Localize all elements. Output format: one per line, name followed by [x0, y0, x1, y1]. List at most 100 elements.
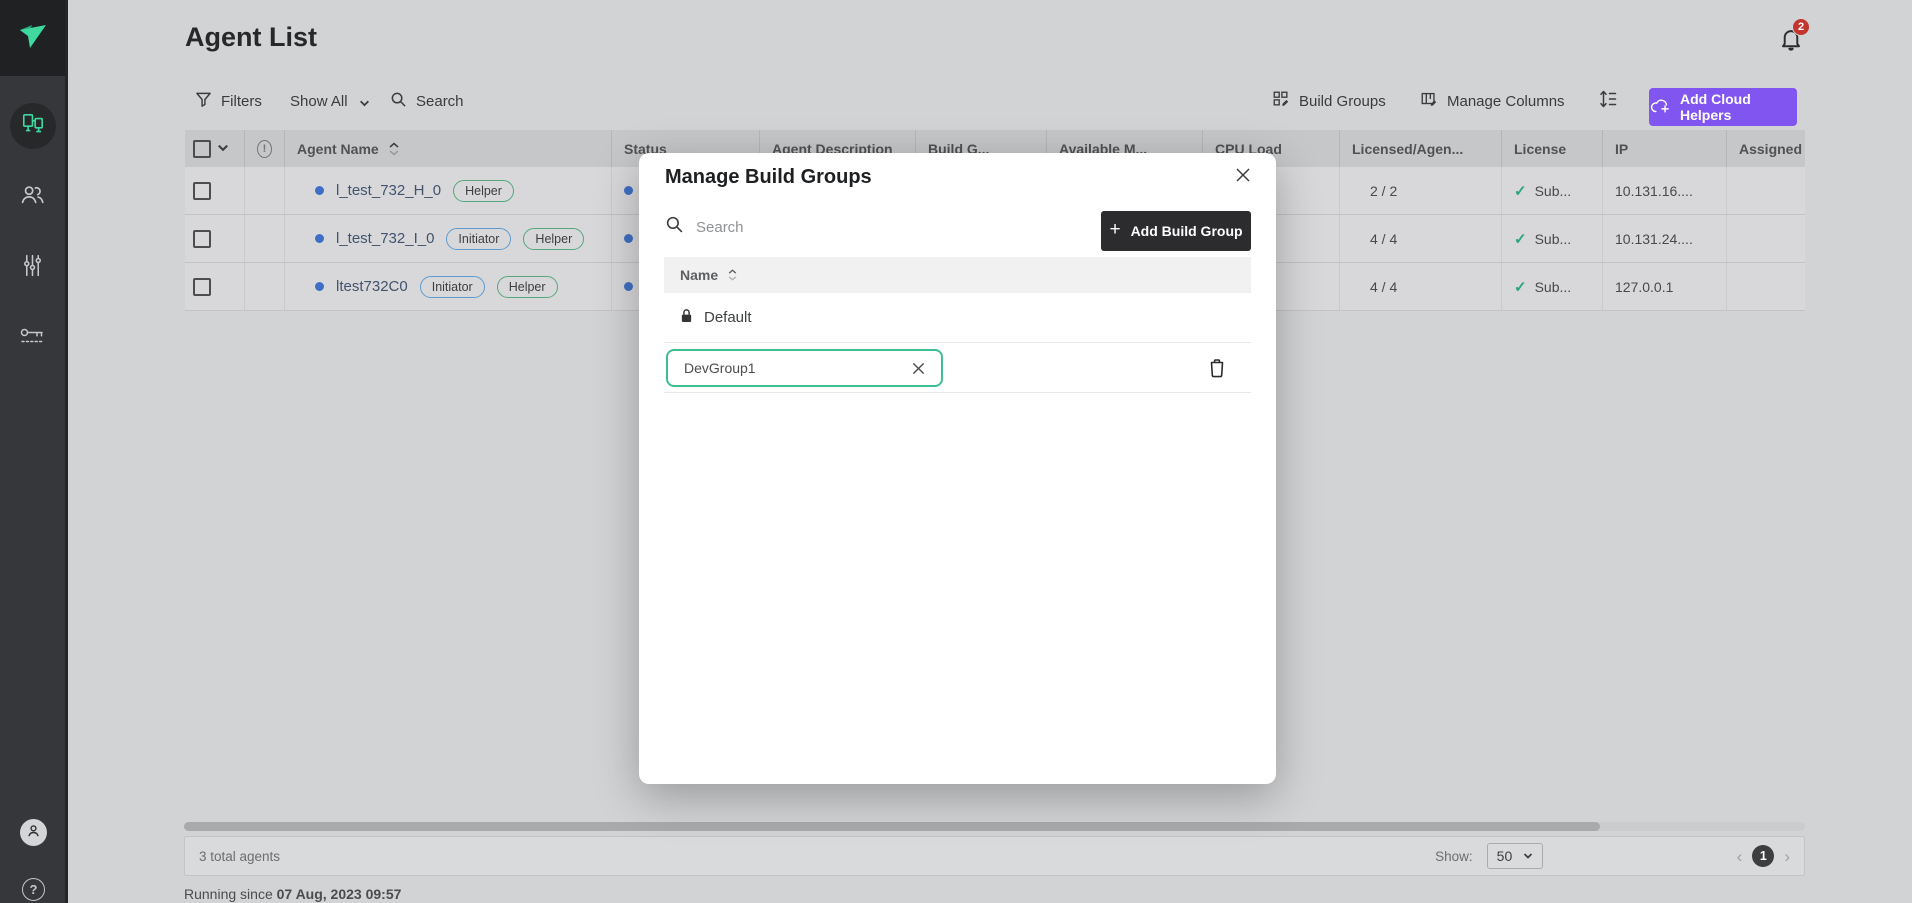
manage-columns-button[interactable]: Manage Columns: [1420, 85, 1565, 117]
build-group-name: Default: [704, 309, 752, 326]
search-button[interactable]: Search: [390, 85, 464, 117]
filters-label: Filters: [221, 93, 262, 110]
notification-count-badge: 2: [1792, 18, 1810, 36]
manage-build-groups-modal: Manage Build Groups + Add Build Group Na…: [639, 153, 1276, 784]
next-page-button[interactable]: ›: [1784, 848, 1790, 865]
sidebar-item-users[interactable]: [0, 181, 65, 213]
add-build-group-label: Add Build Group: [1131, 223, 1243, 239]
brand-logo[interactable]: [0, 0, 65, 76]
ip-cell: 10.131.16....: [1603, 167, 1727, 214]
add-cloud-helpers-button[interactable]: Add Cloud Helpers: [1649, 88, 1797, 126]
checkmark-icon: ✓: [1514, 230, 1527, 248]
column-header-ip[interactable]: IP: [1603, 130, 1727, 167]
page-title: Agent List: [185, 22, 317, 53]
alert-cell: [245, 263, 285, 310]
badge-initiator: Initiator: [420, 276, 485, 298]
agent-name[interactable]: ltest732C0: [336, 278, 408, 295]
help-button[interactable]: ?: [22, 878, 45, 901]
horizontal-scrollbar-thumb[interactable]: [184, 822, 1600, 831]
status-dot: [315, 186, 324, 195]
chevron-down-icon: [1523, 848, 1533, 864]
search-label: Search: [416, 93, 464, 110]
show-all-label: Show All: [290, 93, 348, 110]
name-column-header[interactable]: Name: [664, 257, 1251, 293]
add-cloud-helpers-label: Add Cloud Helpers: [1680, 91, 1797, 123]
column-header-agent-name[interactable]: Agent Name: [285, 130, 612, 167]
filters-button[interactable]: Filters: [195, 85, 262, 117]
badge-helper: Helper: [453, 180, 514, 202]
add-build-group-button[interactable]: + Add Build Group: [1101, 211, 1251, 251]
alert-icon: !: [257, 140, 272, 158]
select-all-cell: [185, 130, 245, 167]
row-density-button[interactable]: [1597, 85, 1619, 117]
delete-build-group-button[interactable]: [1207, 357, 1227, 379]
question-mark-icon: ?: [30, 882, 38, 897]
running-since-date: 07 Aug, 2023 09:57: [277, 886, 402, 902]
sidebar-item-agents[interactable]: [10, 103, 56, 149]
users-icon: [19, 181, 46, 213]
column-header-license[interactable]: License: [1502, 130, 1603, 167]
build-group-name-input[interactable]: [668, 360, 907, 376]
modal-title: Manage Build Groups: [665, 166, 872, 189]
filter-funnel-icon: [195, 91, 212, 112]
badge-helper: Helper: [497, 276, 558, 298]
column-header-assigned-to[interactable]: Assigned To: [1727, 130, 1805, 167]
license-cell: ✓ Sub...: [1502, 263, 1603, 310]
chevron-down-icon: [359, 96, 369, 106]
row-checkbox[interactable]: [193, 230, 211, 248]
status-dot: [315, 282, 324, 291]
build-groups-button[interactable]: Build Groups: [1272, 85, 1386, 117]
license-cell: ✓ Sub...: [1502, 167, 1603, 214]
manage-columns-label: Manage Columns: [1447, 93, 1565, 110]
incredibuild-logo-icon: [17, 22, 49, 55]
ip-cell: 10.131.24....: [1603, 215, 1727, 262]
assigned-to-cell: [1727, 263, 1805, 310]
licensed-cell: 4 / 4: [1340, 263, 1502, 310]
license-key-icon: [19, 326, 47, 351]
badge-initiator: Initiator: [446, 228, 511, 250]
search-icon: [665, 215, 684, 239]
agent-name-cell: l_test_732_I_0 Initiator Helper: [285, 215, 612, 262]
alert-cell: [245, 167, 285, 214]
row-checkbox[interactable]: [193, 182, 211, 200]
ip-cell: 127.0.0.1: [1603, 263, 1727, 310]
build-groups-label: Build Groups: [1299, 93, 1386, 110]
assigned-to-cell: [1727, 167, 1805, 214]
pagination: ‹ 1 ›: [1737, 845, 1790, 867]
lock-icon: [680, 308, 693, 327]
build-groups-icon: [1272, 90, 1290, 112]
current-page-button[interactable]: 1: [1752, 845, 1774, 867]
build-group-row-editing: [664, 343, 1251, 393]
sidebar-item-license[interactable]: [0, 322, 65, 354]
plus-icon: +: [1109, 219, 1120, 241]
select-all-checkbox[interactable]: [193, 140, 211, 158]
app-window: ? Agent List 2 Filters Show All Sea: [0, 0, 1912, 903]
agents-icon: [20, 111, 46, 142]
alerts-column-header[interactable]: !: [245, 130, 285, 167]
licensed-cell: 4 / 4: [1340, 215, 1502, 262]
build-groups-table: Name Default: [664, 257, 1251, 393]
manage-columns-icon: [1420, 90, 1438, 112]
modal-close-button[interactable]: [1232, 166, 1254, 188]
agent-name[interactable]: l_test_732_I_0: [336, 230, 434, 247]
status-dot: [624, 282, 633, 291]
column-header-licensed-agents[interactable]: Licensed/Agen...: [1340, 130, 1502, 167]
modal-search-input[interactable]: [696, 219, 916, 236]
sidebar-item-settings[interactable]: [0, 252, 65, 284]
clear-input-button[interactable]: [907, 357, 929, 379]
row-checkbox[interactable]: [193, 278, 211, 296]
show-all-dropdown[interactable]: Show All: [290, 85, 369, 117]
agent-name[interactable]: l_test_732_H_0: [336, 182, 441, 199]
close-icon: [1235, 167, 1251, 188]
status-dot: [624, 186, 633, 195]
page-size-select[interactable]: 50: [1487, 843, 1543, 869]
sidebar: ?: [0, 0, 68, 903]
previous-page-button[interactable]: ‹: [1737, 848, 1743, 865]
sort-carets-icon: [389, 142, 399, 156]
table-footer: 3 total agents Show: 50 ‹ 1 ›: [184, 836, 1805, 876]
selection-menu-chevron-icon[interactable]: [217, 141, 229, 157]
total-agents-label: 3 total agents: [199, 849, 280, 864]
user-avatar[interactable]: [20, 819, 47, 846]
status-dot: [624, 234, 633, 243]
build-group-row-default[interactable]: Default: [664, 293, 1251, 343]
